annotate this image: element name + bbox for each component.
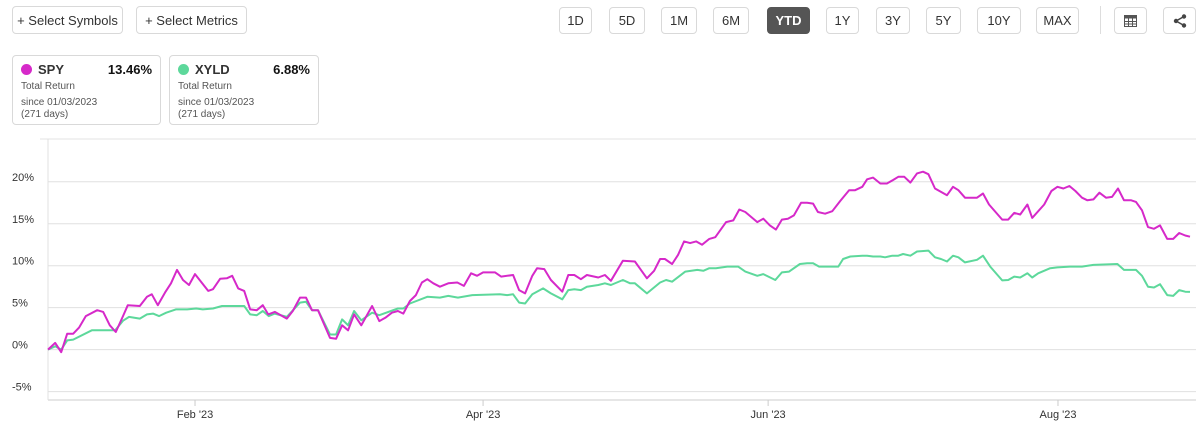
y-tick-label: 15% [12,214,34,226]
y-tick-label: 10% [12,256,34,268]
x-tick-label: Jun '23 [751,409,786,421]
x-tick-label: Aug '23 [1039,409,1076,421]
y-tick-label: 5% [12,298,28,310]
x-tick-label: Feb '23 [177,409,213,421]
y-tick-label: -5% [12,382,32,394]
y-tick-label: 20% [12,172,34,184]
total-return-chart[interactable]: 20% 15% 10% 5% 0% -5% Feb '23 Apr '23 Jun '23 Aug… [0,0,1196,430]
x-tick-label: Apr '23 [466,409,501,421]
series-line-spy [47,170,1191,354]
y-tick-label: 0% [12,340,28,352]
